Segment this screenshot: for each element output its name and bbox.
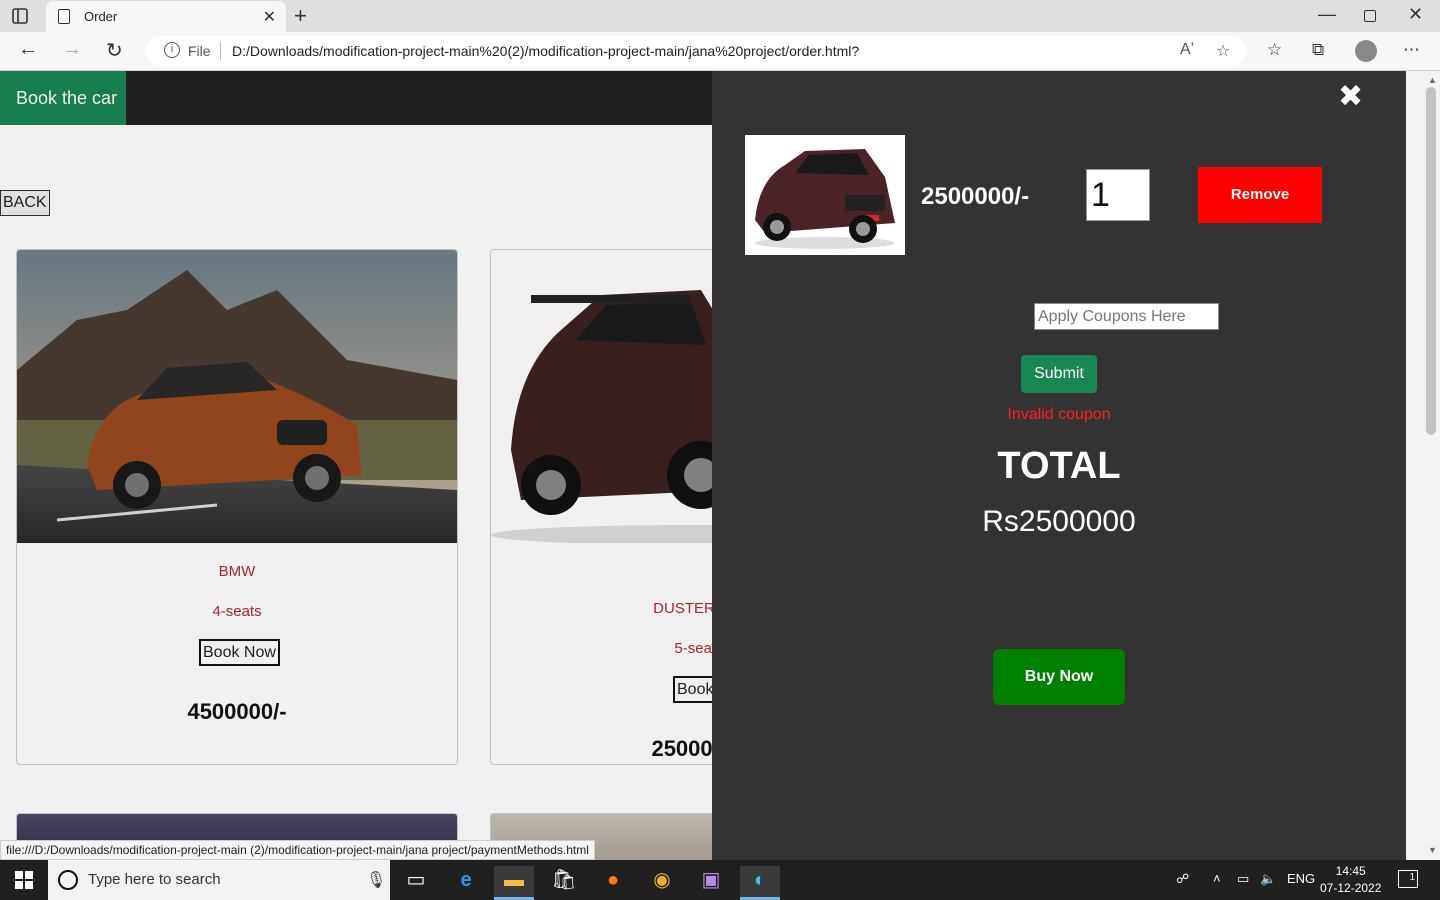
edge-icon[interactable]: ◐ <box>740 866 780 900</box>
info-icon[interactable]: i <box>164 42 180 58</box>
forward-arrow-icon[interactable]: → <box>62 38 82 61</box>
more-icon[interactable]: ⋯ <box>1403 40 1420 60</box>
address-bar[interactable]: i File D:/Downloads/modification-project… <box>146 36 1246 66</box>
read-aloud-icon[interactable]: A͏ʼ <box>1180 41 1194 59</box>
search-icon <box>58 870 78 890</box>
buy-now-button[interactable]: Buy Now <box>993 649 1125 705</box>
address-divider <box>220 42 221 60</box>
cart-item-price: 2500000/- <box>921 183 1030 210</box>
remove-button[interactable]: Remove <box>1198 167 1322 223</box>
tab-title: Order <box>84 9 118 24</box>
notification-icon[interactable]: 1 <box>1398 870 1418 888</box>
scroll-thumb[interactable] <box>1426 87 1436 435</box>
tab-close-icon[interactable]: ✕ <box>263 7 276 27</box>
page-viewport: Book the car BACK BMW 4-seats Book Now 4… <box>0 71 1406 860</box>
total-label: TOTAL <box>997 445 1121 487</box>
page-dim-overlay <box>0 71 712 860</box>
close-icon[interactable]: ✖ <box>1338 79 1363 114</box>
windows-taskbar: Type here to search 🎙 ▭ e ▬ 🛍 ● ◉ ▣ ◐ ☍ … <box>0 860 1440 900</box>
url-text[interactable]: D:/Downloads/modification-project-main%2… <box>232 43 859 59</box>
url-scheme-label: File <box>188 43 211 59</box>
chevron-up-icon[interactable]: ˄ <box>1213 871 1221 886</box>
taskbar-clock[interactable]: 14:45 07-12-2022 <box>1320 863 1381 897</box>
restore-button[interactable] <box>1364 10 1376 22</box>
minimize-button[interactable]: — <box>1318 4 1336 25</box>
people-icon[interactable]: ☍ <box>1176 871 1189 887</box>
search-placeholder: Type here to search <box>88 871 221 888</box>
page-icon <box>58 9 70 24</box>
clock-time: 14:45 <box>1335 864 1366 878</box>
coupon-error-message: Invalid coupon <box>1007 406 1111 423</box>
add-favorite-icon[interactable]: ☆ <box>1216 41 1230 61</box>
cart-item-image <box>745 135 905 255</box>
windows-icon[interactable] <box>15 871 33 889</box>
coupon-input[interactable]: Apply Coupons Here <box>1034 303 1219 330</box>
chrome-icon[interactable]: ◉ <box>642 866 682 900</box>
window-close-button[interactable]: ✕ <box>1408 4 1423 25</box>
language-indicator[interactable]: ENG <box>1287 871 1315 886</box>
volume-icon[interactable]: 🔈 <box>1260 871 1276 887</box>
refresh-icon[interactable]: ↻ <box>106 38 123 63</box>
browser-tab[interactable]: Order ✕ <box>46 1 286 32</box>
firefox-icon[interactable]: ● <box>593 866 633 900</box>
favorites-icon[interactable]: ☆ <box>1267 40 1282 60</box>
task-view-icon[interactable]: ▭ <box>396 866 436 900</box>
new-tab-button[interactable]: + <box>294 3 307 29</box>
total-value: Rs2500000 <box>982 505 1136 538</box>
back-arrow-icon[interactable]: ← <box>18 38 38 61</box>
profile-icon[interactable] <box>1355 40 1377 62</box>
quantity-input[interactable]: 1 <box>1086 169 1150 221</box>
submit-coupon-button[interactable]: Submit <box>1021 355 1097 393</box>
edge-legacy-icon[interactable]: e <box>446 866 486 900</box>
browser-tab-strip: Order ✕ + — ✕ <box>0 0 1440 32</box>
mic-icon[interactable]: 🎙 <box>366 870 386 890</box>
scroll-up-icon[interactable]: ▲ <box>1428 75 1437 85</box>
game-icon[interactable]: ▣ <box>691 866 731 900</box>
taskbar-search[interactable]: Type here to search 🎙 <box>48 860 390 900</box>
collections-icon[interactable]: ⧉ <box>1312 40 1324 60</box>
tab-actions-icon[interactable] <box>10 6 38 28</box>
store-icon[interactable]: 🛍 <box>544 866 584 900</box>
network-icon[interactable]: ▭ <box>1237 871 1249 887</box>
clock-date: 07-12-2022 <box>1320 881 1382 895</box>
file-explorer-icon[interactable]: ▬ <box>494 866 534 900</box>
cart-sidebar: ✖ 2500000/- 1 Remove Apply Coupons Here … <box>712 71 1406 860</box>
scroll-down-icon[interactable]: ▼ <box>1428 845 1437 855</box>
link-status-bar: file:///D:/Downloads/modification-projec… <box>0 840 595 860</box>
page-scrollbar[interactable]: ▲ ▼ <box>1406 71 1440 860</box>
browser-toolbar: ← → ↻ i File D:/Downloads/modification-p… <box>0 32 1440 71</box>
